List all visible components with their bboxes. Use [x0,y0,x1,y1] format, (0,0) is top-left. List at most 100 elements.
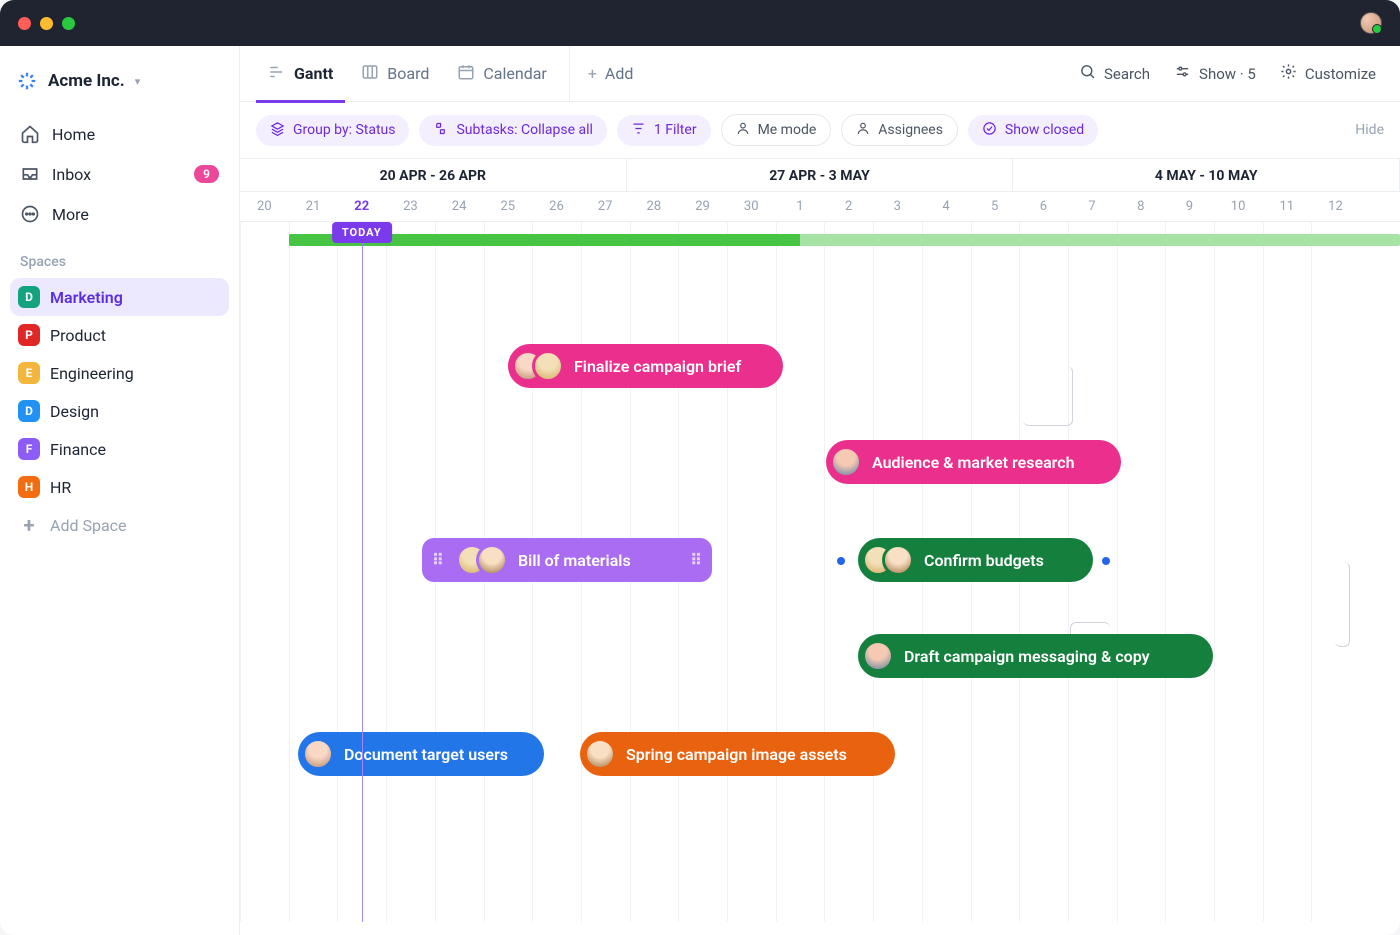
dependency-port[interactable] [837,557,845,565]
workspace-switcher[interactable]: Acme Inc. ▾ [10,62,229,110]
add-space-button[interactable]: + Add Space [10,506,229,544]
tab-gantt[interactable]: Gantt [256,46,345,102]
sliders-icon [1174,63,1191,84]
sidebar-space-hr[interactable]: HHR [10,468,229,506]
gridline [1165,222,1166,922]
task-connector [1335,562,1350,647]
sidebar-space-engineering[interactable]: EEngineering [10,354,229,392]
task-spring-assets[interactable]: Spring campaign image assets [580,732,895,776]
sidebar-space-finance[interactable]: FFinance [10,430,229,468]
gridline [727,222,728,922]
tab-calendar[interactable]: Calendar [445,46,558,102]
gridline [289,222,290,922]
space-letter: H [18,476,40,498]
day-header-cell: 22 [337,192,386,221]
week-header-cell: 27 APR - 3 MAY [627,159,1014,191]
subtasks-pill[interactable]: Subtasks: Collapse all [419,115,606,146]
show-button[interactable]: Show · 5 [1166,57,1264,90]
task-label: Spring campaign image assets [626,745,847,764]
assignee-avatars [862,544,914,576]
day-header-cell: 3 [873,192,922,221]
assignee-avatars [584,738,616,770]
tab-board[interactable]: Board [349,46,441,102]
gridline [240,222,241,922]
task-document-users[interactable]: Document target users [298,732,544,776]
week-header: 20 APR - 26 APR27 APR - 3 MAY4 MAY - 10 … [240,158,1400,192]
search-icon [1079,63,1096,84]
gridline [824,222,825,922]
gridline [1263,222,1264,922]
drag-handle-icon[interactable]: ⠿ [432,551,444,570]
avatar [476,544,508,576]
today-marker: TODAY [332,222,392,243]
day-header-cell: 24 [435,192,484,221]
tab-label: Add [605,64,633,83]
spaces-title: Spaces [10,234,229,278]
user-avatar[interactable] [1360,12,1382,34]
sidebar-space-marketing[interactable]: DMarketing [10,278,229,316]
sidebar-space-product[interactable]: PProduct [10,316,229,354]
hide-button[interactable]: Hide [1355,122,1384,138]
day-header-cell: 10 [1214,192,1263,221]
task-label: Document target users [344,745,508,764]
task-finalize-campaign[interactable]: Finalize campaign brief [508,344,783,388]
plus-icon: + [18,514,40,536]
task-label: Confirm budgets [924,551,1044,570]
filter-icon [631,121,646,140]
tab-label: Gantt [294,64,333,83]
assignee-avatars [862,640,894,672]
group-by-pill[interactable]: Group by: Status [256,115,409,146]
task-bill-of-materials[interactable]: ⠿ Bill of materials ⠿ [422,538,712,582]
search-button[interactable]: Search [1071,57,1158,90]
task-audience-research[interactable]: Audience & market research [826,440,1121,484]
day-header-cell: 1 [776,192,825,221]
day-header-cell: 20 [240,192,289,221]
space-label: Design [50,402,99,421]
space-label: Finance [50,440,106,459]
filter-pill[interactable]: 1 Filter [617,115,711,146]
minimize-window[interactable] [40,17,53,30]
chevron-down-icon: ▾ [135,75,141,88]
day-header-cell: 8 [1116,192,1165,221]
space-label: Product [50,326,106,345]
gantt-chart[interactable]: TODAY Finalize campaign brief [240,222,1400,922]
gear-icon [1280,63,1297,84]
day-header-cell: 28 [630,192,679,221]
avatar [532,350,564,382]
nav-home[interactable]: Home [10,114,229,154]
more-icon [20,204,40,224]
gridline [1214,222,1215,922]
assignee-avatars [456,544,508,576]
gridline [337,222,338,922]
nav-inbox[interactable]: Inbox 9 [10,154,229,194]
day-header-cell: 5 [970,192,1019,221]
assignees-pill[interactable]: Assignees [841,114,958,146]
tab-add[interactable]: + Add [569,46,646,102]
task-confirm-budgets[interactable]: Confirm budgets [858,538,1093,582]
window-controls [18,17,75,30]
assignee-avatars [830,446,862,478]
space-label: Marketing [50,288,123,307]
customize-button[interactable]: Customize [1272,57,1384,90]
week-header-cell: 4 MAY - 10 MAY [1013,159,1400,191]
sidebar-space-design[interactable]: DDesign [10,392,229,430]
show-closed-pill[interactable]: Show closed [968,115,1098,146]
board-icon [361,63,379,85]
day-header-cell: 25 [483,192,532,221]
dependency-port[interactable] [1102,557,1110,565]
day-header-cell: 4 [922,192,971,221]
close-window[interactable] [18,17,31,30]
avatar [584,738,616,770]
drag-handle-icon[interactable]: ⠿ [690,551,702,570]
task-draft-messaging[interactable]: Draft campaign messaging & copy [858,634,1213,678]
maximize-window[interactable] [62,17,75,30]
home-icon [20,124,40,144]
day-header-cell: 2 [824,192,873,221]
avatar [882,544,914,576]
me-mode-pill[interactable]: Me mode [721,114,832,146]
nav-more[interactable]: More [10,194,229,234]
day-header-cell: 9 [1165,192,1214,221]
day-header-cell: 12 [1311,192,1360,221]
pill-label: 1 Filter [654,122,697,138]
workspace-name: Acme Inc. [48,71,125,91]
